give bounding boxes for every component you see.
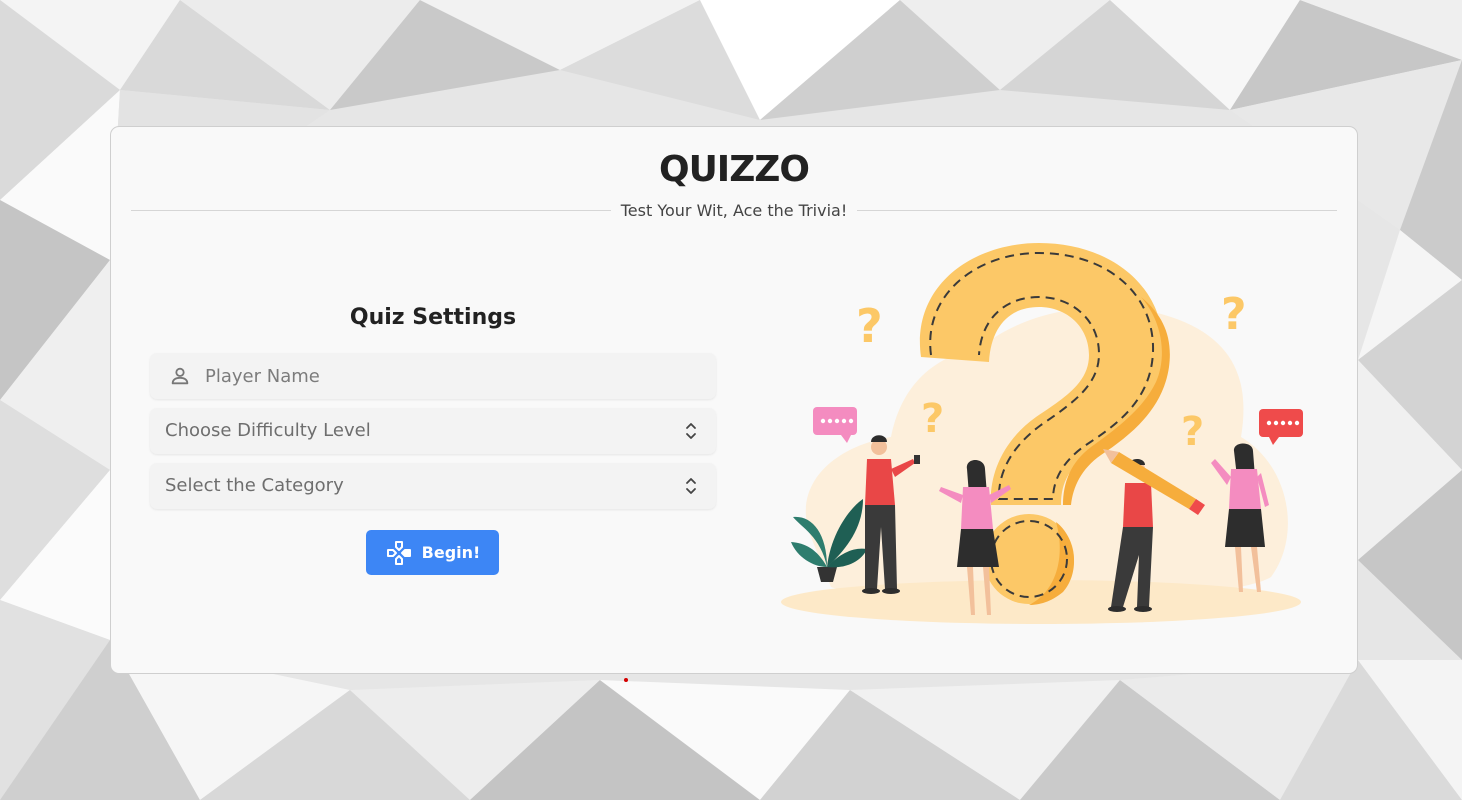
category-select-value: Select the Category xyxy=(165,475,344,496)
begin-button[interactable]: Begin! xyxy=(366,530,499,575)
difficulty-select-value: Choose Difficulty Level xyxy=(165,420,371,441)
svg-text:?: ? xyxy=(856,299,883,353)
player-name-input[interactable] xyxy=(150,353,716,399)
svg-text:?: ? xyxy=(1181,409,1204,455)
cursor-dot xyxy=(624,678,628,682)
difficulty-select[interactable]: Choose Difficulty Level xyxy=(150,408,716,454)
quiz-illustration: ? ? ? ? xyxy=(781,243,1303,624)
divider-line-left xyxy=(131,209,611,211)
chevron-up-down-icon xyxy=(686,478,696,494)
app-title: QUIZZO xyxy=(658,149,810,190)
quiz-card: QUIZZO Test Your Wit, Ace the Trivia! Qu… xyxy=(110,126,1358,682)
divider-line-right xyxy=(857,209,1338,211)
begin-button-label: Begin! xyxy=(421,543,481,562)
settings-heading: Quiz Settings xyxy=(349,305,517,330)
player-name-field xyxy=(150,353,716,399)
svg-text:?: ? xyxy=(1221,289,1247,340)
category-select[interactable]: Select the Category xyxy=(150,463,716,509)
tagline: Test Your Wit, Ace the Trivia! xyxy=(620,200,848,220)
quiz-settings-form: Quiz Settings Choose Difficulty Level Se… xyxy=(150,303,716,682)
svg-text:?: ? xyxy=(921,396,944,442)
gamepad-icon xyxy=(386,540,411,565)
tagline-divider: Test Your Wit, Ace the Trivia! xyxy=(131,199,1338,221)
chevron-up-down-icon xyxy=(686,423,696,439)
